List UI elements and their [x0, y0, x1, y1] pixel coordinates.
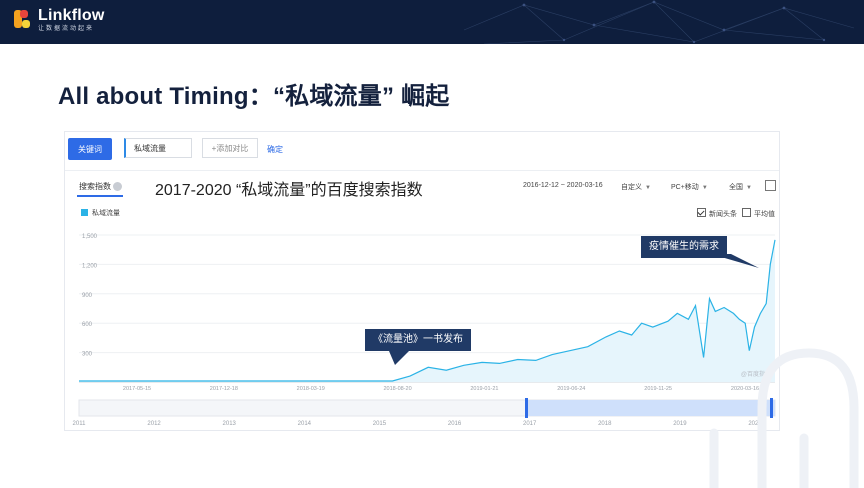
y-tick-label: 1,200: [82, 263, 98, 269]
range-brush-handle: [525, 398, 528, 418]
x-tick-label: 2017-05-15: [123, 386, 151, 392]
y-tick-label: 300: [82, 352, 93, 358]
brush-year-label: 2015: [373, 421, 387, 427]
brush-year-label: 2011: [73, 421, 87, 427]
brush-year-label: 2017: [523, 421, 537, 427]
callout-book-release: 《流量池》一书发布: [365, 329, 471, 365]
callout-pandemic: 疫情催生的需求: [641, 236, 759, 268]
baidu-index-screenshot: 关键词 私域流量 +添加对比 确定 搜索指数 2017-2020 “私域流量”的…: [64, 131, 780, 431]
callout-pandemic-text: 疫情催生的需求: [649, 241, 719, 252]
brush-year-label: 2012: [147, 421, 161, 427]
brand-tagline: 让数据流动起来: [38, 26, 95, 32]
callout-pointer: [711, 254, 759, 268]
y-tick-label: 600: [82, 322, 93, 328]
brush-year-label: 2013: [223, 421, 237, 427]
network-pattern: [463, 0, 855, 44]
callout-book-text: 《流量池》一书发布: [373, 334, 463, 345]
decorative-shape: [709, 348, 859, 488]
brand-logo[interactable]: Linkflow 让数据流动起来: [12, 7, 104, 33]
series-area: [79, 239, 775, 382]
x-tick-label: 2018-08-20: [384, 386, 412, 392]
callout-pointer: [389, 351, 409, 365]
y-tick-label: 1,500: [82, 234, 98, 240]
brush-year-label: 2014: [298, 421, 312, 427]
brush-year-label: 2018: [598, 421, 612, 427]
page-title: All about Timing：“私域流量” 崛起: [58, 83, 450, 110]
logo-icon: [12, 8, 34, 30]
y-tick-label: 900: [82, 293, 93, 299]
x-tick-label: 2017-12-18: [210, 386, 238, 392]
header-bar: Linkflow 让数据流动起来: [0, 0, 864, 44]
x-tick-label: 2019-01-21: [470, 386, 498, 392]
x-tick-label: 2018-03-19: [297, 386, 325, 392]
x-tick-label: 2019-11-25: [644, 386, 672, 392]
line-chart: 1,500 1,200 900 600 300 2017-05-15 2017-12-18 2…: [73, 234, 776, 427]
x-tick-label: 2019-06-24: [557, 386, 585, 392]
brush-year-label: 2016: [448, 421, 462, 427]
brand-name: Linkflow: [38, 7, 105, 24]
